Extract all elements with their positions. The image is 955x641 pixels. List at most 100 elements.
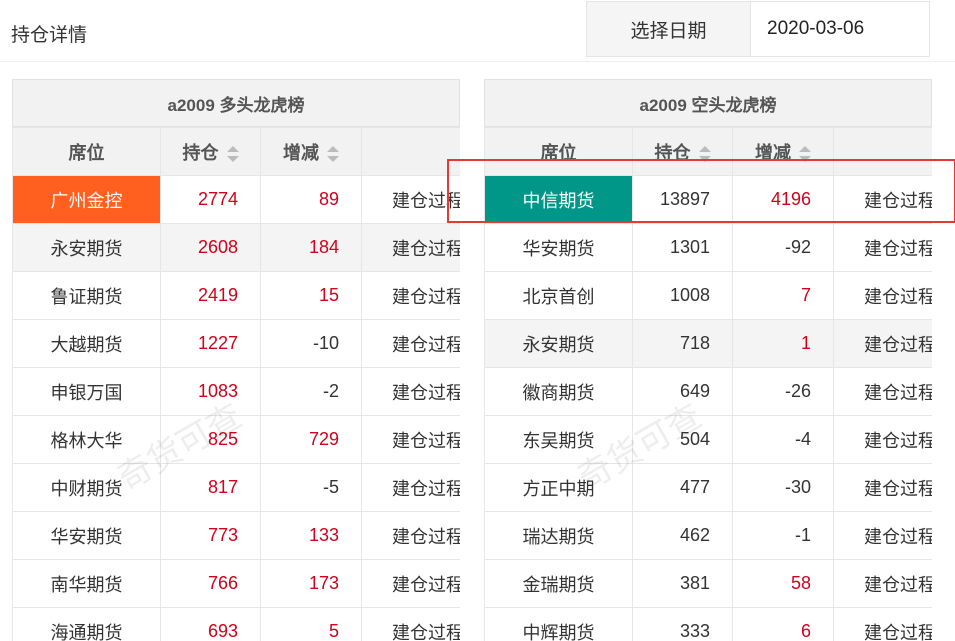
seat-cell[interactable]: 永安期货 [484,319,633,368]
seat-cell[interactable]: 南华期货 [12,559,161,608]
build-process-link[interactable]: 建仓过程 [833,175,932,224]
seat-cell[interactable]: 方正中期 [484,463,633,512]
build-process-link[interactable]: 建仓过程 [833,223,932,272]
position-cell: 1301 [632,223,733,272]
short-ranking-table: 席位 持仓 增减 中信期货 13897 4196 建仓过程 华安期货 1301 -92 建仓过… [484,127,932,641]
column-header-change[interactable]: 增减 [732,127,834,176]
table-row: 东吴期货 504 -4 建仓过程 [484,415,932,464]
table-row: 南华期货 766 173 建仓过程 [12,559,460,608]
long-ranking-table: 席位 持仓 增减 广州金控 2774 89 建仓过程 永安期货 2608 184 建仓过程 鲁证… [12,127,460,641]
seat-cell[interactable]: 华安期货 [484,223,633,272]
change-cell: 58 [732,559,834,608]
build-process-link[interactable]: 建仓过程 [361,511,460,560]
build-process-link[interactable]: 建仓过程 [833,367,932,416]
sort-icon[interactable] [327,145,339,162]
long-panel-title: a2009 多头龙虎榜 [12,79,460,127]
build-process-link[interactable]: 建仓过程 [361,415,460,464]
position-cell: 2419 [160,271,261,320]
position-cell: 766 [160,559,261,608]
build-process-link[interactable]: 建仓过程 [361,319,460,368]
column-header-change[interactable]: 增减 [260,127,362,176]
build-process-link[interactable]: 建仓过程 [833,607,932,641]
build-process-link[interactable]: 建仓过程 [361,271,460,320]
change-cell: -30 [732,463,834,512]
seat-cell[interactable]: 北京首创 [484,271,633,320]
column-header-seat: 席位 [12,127,161,176]
change-cell: -26 [732,367,834,416]
change-cell: 133 [260,511,362,560]
table-row: 鲁证期货 2419 15 建仓过程 [12,271,460,320]
seat-cell[interactable]: 金瑞期货 [484,559,633,608]
seat-cell[interactable]: 大越期货 [12,319,161,368]
seat-cell[interactable]: 瑞达期货 [484,511,633,560]
table-row: 格林大华 825 729 建仓过程 [12,415,460,464]
seat-cell[interactable]: 中信期货 [484,175,633,224]
change-cell: 173 [260,559,362,608]
seat-cell[interactable]: 徽商期货 [484,367,633,416]
build-process-link[interactable]: 建仓过程 [361,223,460,272]
position-cell: 2774 [160,175,261,224]
table-row: 永安期货 718 1 建仓过程 [484,319,932,368]
sort-icon[interactable] [226,145,239,162]
column-header-position[interactable]: 持仓 [160,127,261,176]
position-cell: 649 [632,367,733,416]
seat-cell[interactable]: 永安期货 [12,223,161,272]
table-row: 大越期货 1227 -10 建仓过程 [12,319,460,368]
seat-cell[interactable]: 鲁证期货 [12,271,161,320]
table-row: 中辉期货 333 6 建仓过程 [484,607,932,641]
position-cell: 381 [632,559,733,608]
change-cell: -4 [732,415,834,464]
build-process-link[interactable]: 建仓过程 [833,271,932,320]
position-cell: 477 [632,463,733,512]
column-header-action [833,127,932,176]
seat-cell[interactable]: 广州金控 [12,175,161,224]
build-process-link[interactable]: 建仓过程 [833,415,932,464]
table-row: 华安期货 1301 -92 建仓过程 [484,223,932,272]
seat-cell[interactable]: 格林大华 [12,415,161,464]
seat-cell[interactable]: 海通期货 [12,607,161,641]
position-cell: 2608 [160,223,261,272]
seat-cell[interactable]: 中财期货 [12,463,161,512]
long-ranking-panel: a2009 多头龙虎榜 席位 持仓 增减 广州金控 2774 89 建仓过程 永安期货 2… [12,79,460,641]
column-header-position[interactable]: 持仓 [632,127,733,176]
change-cell: 89 [260,175,362,224]
build-process-link[interactable]: 建仓过程 [361,559,460,608]
long-table-header: 席位 持仓 增减 [12,127,460,176]
position-cell: 817 [160,463,261,512]
change-cell: 5 [260,607,362,641]
column-header-action [361,127,460,176]
position-cell: 1008 [632,271,733,320]
short-ranking-panel: a2009 空头龙虎榜 席位 持仓 增减 中信期货 13897 4196 建仓过程 华安… [484,79,932,641]
page-title: 持仓详情 [11,24,88,46]
table-row: 徽商期货 649 -26 建仓过程 [484,367,932,416]
change-cell: 1 [732,319,834,368]
change-cell: 184 [260,223,362,272]
build-process-link[interactable]: 建仓过程 [833,559,932,608]
build-process-link[interactable]: 建仓过程 [361,367,460,416]
build-process-link[interactable]: 建仓过程 [361,463,460,512]
sort-icon[interactable] [799,145,811,162]
short-table-header: 席位 持仓 增减 [484,127,932,176]
build-process-link[interactable]: 建仓过程 [833,463,932,512]
build-process-link[interactable]: 建仓过程 [833,511,932,560]
position-cell: 693 [160,607,261,641]
sort-icon[interactable] [698,145,711,162]
seat-cell[interactable]: 中辉期货 [484,607,633,641]
build-process-link[interactable]: 建仓过程 [361,607,460,641]
table-row: 华安期货 773 133 建仓过程 [12,511,460,560]
date-input[interactable]: 2020-03-06 [750,1,930,57]
change-cell: 7 [732,271,834,320]
table-row: 永安期货 2608 184 建仓过程 [12,223,460,272]
build-process-link[interactable]: 建仓过程 [833,319,932,368]
seat-cell[interactable]: 申银万国 [12,367,161,416]
seat-cell[interactable]: 东吴期货 [484,415,633,464]
change-cell: -5 [260,463,362,512]
seat-cell[interactable]: 华安期货 [12,511,161,560]
position-cell: 462 [632,511,733,560]
change-cell: 15 [260,271,362,320]
table-row: 申银万国 1083 -2 建仓过程 [12,367,460,416]
change-cell: 6 [732,607,834,641]
table-row: 广州金控 2774 89 建仓过程 [12,175,460,224]
build-process-link[interactable]: 建仓过程 [361,175,460,224]
short-panel-title: a2009 空头龙虎榜 [484,79,932,127]
